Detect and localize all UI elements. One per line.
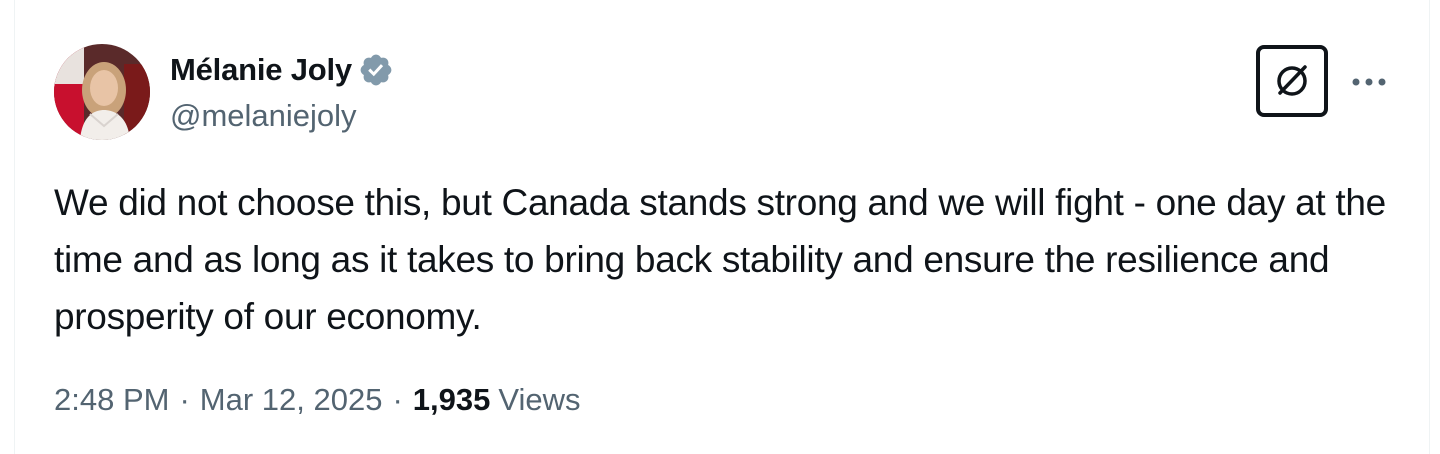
tweet-time[interactable]: 2:48 PM [54, 382, 169, 418]
views-count[interactable]: 1,935 [413, 382, 491, 418]
tweet-date[interactable]: Mar 12, 2025 [200, 382, 383, 418]
more-options-button[interactable] [1345, 62, 1393, 102]
author-display-name[interactable]: Mélanie Joly [170, 52, 352, 88]
views-label[interactable]: Views [498, 382, 580, 418]
verified-badge-icon[interactable] [358, 52, 394, 88]
avatar[interactable] [54, 44, 150, 140]
grok-icon [1277, 65, 1307, 96]
author-handle[interactable]: @melaniejoly [170, 98, 357, 134]
profile-photo [54, 44, 150, 140]
grok-button[interactable] [1256, 45, 1328, 117]
tweet-metadata: 2:48 PM · Mar 12, 2025 · 1,935 Views [54, 382, 581, 418]
more-horizontal-icon [1352, 78, 1386, 86]
author-name-row: Mélanie Joly [170, 50, 394, 90]
meta-separator: · [179, 382, 190, 417]
tweet-text: We did not choose this, but Canada stand… [54, 182, 1386, 337]
tweet-card: Mélanie Joly @melaniejoly We did not cho… [14, 0, 1430, 454]
meta-separator: · [392, 382, 403, 417]
